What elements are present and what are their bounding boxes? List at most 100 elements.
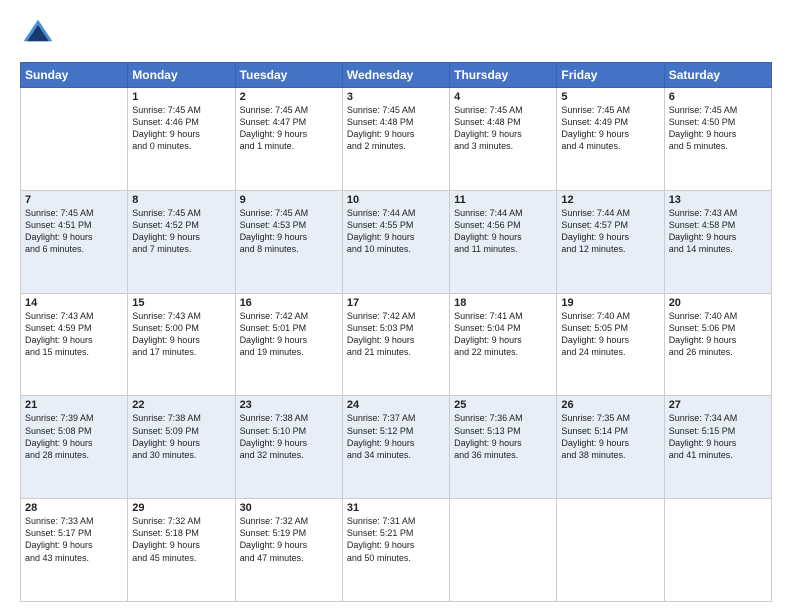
- day-content-line: and 6 minutes.: [25, 244, 84, 254]
- day-content-line: Sunrise: 7:45 AM: [240, 208, 309, 218]
- day-content-line: Daylight: 9 hours: [669, 335, 737, 345]
- day-content: Sunrise: 7:32 AMSunset: 5:18 PMDaylight:…: [132, 515, 230, 564]
- day-content-line: and 21 minutes.: [347, 347, 411, 357]
- day-content-line: Sunrise: 7:36 AM: [454, 413, 523, 423]
- day-content-line: and 10 minutes.: [347, 244, 411, 254]
- day-content-line: and 19 minutes.: [240, 347, 304, 357]
- day-content-line: Sunrise: 7:35 AM: [561, 413, 630, 423]
- day-number: 2: [240, 91, 338, 103]
- week-row-1: 7Sunrise: 7:45 AMSunset: 4:51 PMDaylight…: [21, 190, 772, 293]
- day-content-line: and 47 minutes.: [240, 553, 304, 563]
- day-cell: 19Sunrise: 7:40 AMSunset: 5:05 PMDayligh…: [557, 293, 664, 396]
- day-content-line: Daylight: 9 hours: [347, 438, 415, 448]
- day-content-line: Sunrise: 7:32 AM: [132, 516, 201, 526]
- day-cell: 7Sunrise: 7:45 AMSunset: 4:51 PMDaylight…: [21, 190, 128, 293]
- day-content-line: and 5 minutes.: [669, 141, 728, 151]
- day-number: 27: [669, 399, 767, 411]
- week-row-2: 14Sunrise: 7:43 AMSunset: 4:59 PMDayligh…: [21, 293, 772, 396]
- day-content-line: Sunrise: 7:38 AM: [240, 413, 309, 423]
- day-content-line: Sunrise: 7:40 AM: [561, 311, 630, 321]
- day-content-line: and 7 minutes.: [132, 244, 191, 254]
- day-content-line: Sunrise: 7:39 AM: [25, 413, 94, 423]
- day-content-line: Sunset: 4:57 PM: [561, 220, 628, 230]
- day-number: 12: [561, 194, 659, 206]
- day-content-line: Sunset: 5:13 PM: [454, 426, 521, 436]
- day-content-line: Sunrise: 7:45 AM: [347, 105, 416, 115]
- day-content-line: and 24 minutes.: [561, 347, 625, 357]
- day-number: 5: [561, 91, 659, 103]
- day-number: 6: [669, 91, 767, 103]
- day-content: Sunrise: 7:43 AMSunset: 4:59 PMDaylight:…: [25, 310, 123, 359]
- day-content: Sunrise: 7:45 AMSunset: 4:52 PMDaylight:…: [132, 207, 230, 256]
- day-content: Sunrise: 7:45 AMSunset: 4:50 PMDaylight:…: [669, 104, 767, 153]
- day-number: 18: [454, 297, 552, 309]
- day-content-line: and 45 minutes.: [132, 553, 196, 563]
- header-cell-monday: Monday: [128, 63, 235, 88]
- header-cell-wednesday: Wednesday: [342, 63, 449, 88]
- day-content: Sunrise: 7:40 AMSunset: 5:05 PMDaylight:…: [561, 310, 659, 359]
- day-cell: 3Sunrise: 7:45 AMSunset: 4:48 PMDaylight…: [342, 88, 449, 191]
- day-content-line: Sunrise: 7:38 AM: [132, 413, 201, 423]
- day-content-line: Sunset: 4:46 PM: [132, 117, 199, 127]
- day-content: Sunrise: 7:44 AMSunset: 4:57 PMDaylight:…: [561, 207, 659, 256]
- day-cell: 10Sunrise: 7:44 AMSunset: 4:55 PMDayligh…: [342, 190, 449, 293]
- day-content-line: Sunset: 4:47 PM: [240, 117, 307, 127]
- day-cell: 30Sunrise: 7:32 AMSunset: 5:19 PMDayligh…: [235, 499, 342, 602]
- day-content: Sunrise: 7:40 AMSunset: 5:06 PMDaylight:…: [669, 310, 767, 359]
- day-cell: 9Sunrise: 7:45 AMSunset: 4:53 PMDaylight…: [235, 190, 342, 293]
- day-content-line: Daylight: 9 hours: [561, 438, 629, 448]
- day-content-line: Sunrise: 7:43 AM: [132, 311, 201, 321]
- day-content-line: Sunset: 4:48 PM: [347, 117, 414, 127]
- day-content: Sunrise: 7:43 AMSunset: 4:58 PMDaylight:…: [669, 207, 767, 256]
- day-number: 19: [561, 297, 659, 309]
- day-content-line: Daylight: 9 hours: [454, 335, 522, 345]
- day-content-line: Daylight: 9 hours: [669, 129, 737, 139]
- day-content-line: Sunset: 5:15 PM: [669, 426, 736, 436]
- day-content-line: and 26 minutes.: [669, 347, 733, 357]
- day-content-line: Daylight: 9 hours: [669, 232, 737, 242]
- day-content: Sunrise: 7:43 AMSunset: 5:00 PMDaylight:…: [132, 310, 230, 359]
- day-content-line: Daylight: 9 hours: [132, 129, 200, 139]
- page: SundayMondayTuesdayWednesdayThursdayFrid…: [0, 0, 792, 612]
- day-number: 22: [132, 399, 230, 411]
- day-cell: 22Sunrise: 7:38 AMSunset: 5:09 PMDayligh…: [128, 396, 235, 499]
- day-number: 11: [454, 194, 552, 206]
- day-cell: 5Sunrise: 7:45 AMSunset: 4:49 PMDaylight…: [557, 88, 664, 191]
- day-content-line: Sunrise: 7:42 AM: [240, 311, 309, 321]
- day-number: 17: [347, 297, 445, 309]
- day-number: 4: [454, 91, 552, 103]
- day-content-line: Daylight: 9 hours: [561, 129, 629, 139]
- day-content-line: and 32 minutes.: [240, 450, 304, 460]
- day-content-line: Sunrise: 7:41 AM: [454, 311, 523, 321]
- day-content-line: and 12 minutes.: [561, 244, 625, 254]
- day-content: Sunrise: 7:42 AMSunset: 5:03 PMDaylight:…: [347, 310, 445, 359]
- day-number: 14: [25, 297, 123, 309]
- day-content: Sunrise: 7:45 AMSunset: 4:48 PMDaylight:…: [347, 104, 445, 153]
- day-number: 31: [347, 502, 445, 514]
- day-number: 28: [25, 502, 123, 514]
- day-cell: 13Sunrise: 7:43 AMSunset: 4:58 PMDayligh…: [664, 190, 771, 293]
- day-content-line: Sunrise: 7:45 AM: [669, 105, 738, 115]
- day-cell: [557, 499, 664, 602]
- day-cell: 15Sunrise: 7:43 AMSunset: 5:00 PMDayligh…: [128, 293, 235, 396]
- day-content-line: Daylight: 9 hours: [240, 129, 308, 139]
- day-content-line: Daylight: 9 hours: [561, 335, 629, 345]
- day-content-line: Sunset: 5:12 PM: [347, 426, 414, 436]
- day-number: 9: [240, 194, 338, 206]
- day-content: Sunrise: 7:36 AMSunset: 5:13 PMDaylight:…: [454, 412, 552, 461]
- day-cell: 20Sunrise: 7:40 AMSunset: 5:06 PMDayligh…: [664, 293, 771, 396]
- day-cell: 11Sunrise: 7:44 AMSunset: 4:56 PMDayligh…: [450, 190, 557, 293]
- day-content: Sunrise: 7:44 AMSunset: 4:55 PMDaylight:…: [347, 207, 445, 256]
- day-content-line: Daylight: 9 hours: [454, 232, 522, 242]
- day-content-line: Daylight: 9 hours: [347, 232, 415, 242]
- day-content-line: Sunset: 5:21 PM: [347, 528, 414, 538]
- day-content-line: Sunrise: 7:45 AM: [240, 105, 309, 115]
- header-cell-sunday: Sunday: [21, 63, 128, 88]
- day-cell: 12Sunrise: 7:44 AMSunset: 4:57 PMDayligh…: [557, 190, 664, 293]
- day-number: 23: [240, 399, 338, 411]
- day-cell: 28Sunrise: 7:33 AMSunset: 5:17 PMDayligh…: [21, 499, 128, 602]
- day-number: 29: [132, 502, 230, 514]
- day-content-line: Daylight: 9 hours: [25, 335, 93, 345]
- day-content: Sunrise: 7:41 AMSunset: 5:04 PMDaylight:…: [454, 310, 552, 359]
- day-content-line: and 1 minute.: [240, 141, 295, 151]
